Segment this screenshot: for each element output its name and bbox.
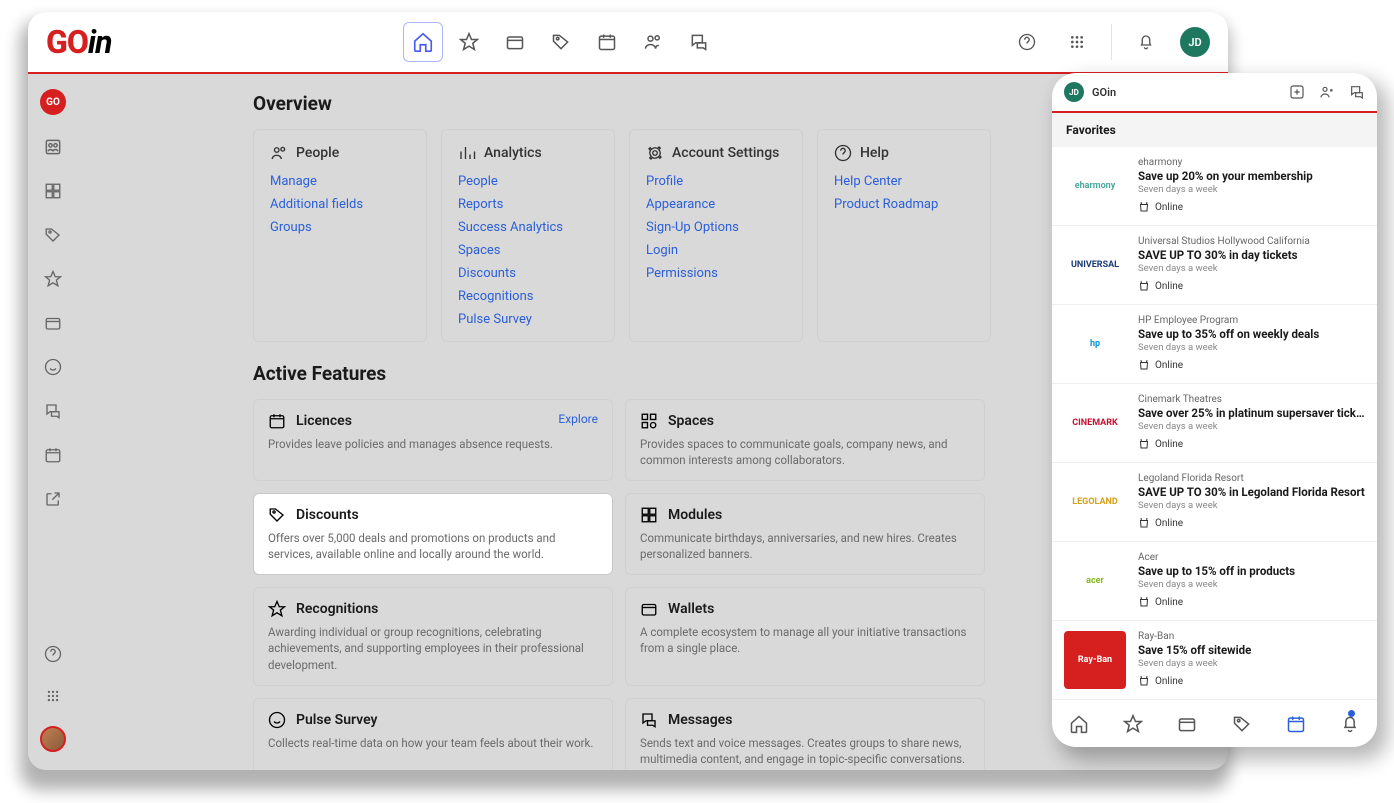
app-logo: GOin bbox=[46, 23, 112, 61]
link-appearance[interactable]: Appearance bbox=[646, 197, 786, 212]
link-profile[interactable]: Profile bbox=[646, 174, 786, 189]
mnav-calendar[interactable] bbox=[1286, 714, 1306, 734]
rail-tag-icon[interactable] bbox=[41, 223, 65, 247]
link-manage[interactable]: Manage bbox=[270, 174, 410, 189]
brand-logo: eharmony bbox=[1064, 157, 1126, 215]
brand-logo: hp bbox=[1064, 315, 1126, 373]
mobile-section-title: Favorites bbox=[1052, 113, 1377, 147]
mobile-topbar: JD GOin bbox=[1052, 73, 1377, 113]
overview-card-people: PeopleManageAdditional fieldsGroups bbox=[253, 129, 427, 342]
rail-apps-icon[interactable] bbox=[41, 684, 65, 708]
nav-star[interactable] bbox=[449, 22, 489, 62]
rail-help-icon[interactable] bbox=[41, 642, 65, 666]
apps-icon[interactable] bbox=[1061, 26, 1093, 58]
rail-wallet-icon[interactable] bbox=[41, 311, 65, 335]
top-bar: GOin JD bbox=[28, 12, 1228, 74]
favorite-item[interactable]: acerAcerSave up to 15% off in productsSe… bbox=[1052, 542, 1377, 621]
nav-calendar[interactable] bbox=[587, 22, 627, 62]
brand-logo: Ray-Ban bbox=[1064, 631, 1126, 689]
link-pulse-survey[interactable]: Pulse Survey bbox=[458, 312, 598, 327]
favorite-item[interactable]: eharmonyeharmonySave up 20% on your memb… bbox=[1052, 147, 1377, 226]
overview-card-account-settings: Account SettingsProfileAppearanceSign-Up… bbox=[629, 129, 803, 342]
rail-grid-icon[interactable] bbox=[41, 179, 65, 203]
mnav-star[interactable] bbox=[1123, 714, 1143, 734]
feature-card-modules[interactable]: ModulesCommunicate birthdays, anniversar… bbox=[625, 493, 985, 575]
mobile-app-name: GOin bbox=[1092, 86, 1281, 99]
link-help-center[interactable]: Help Center bbox=[834, 174, 974, 189]
mobile-messages-icon[interactable] bbox=[1349, 84, 1365, 100]
rail-chat-icon[interactable] bbox=[41, 399, 65, 423]
link-groups[interactable]: Groups bbox=[270, 220, 410, 235]
feature-card-wallets[interactable]: WalletsA complete ecosystem to manage al… bbox=[625, 587, 985, 685]
rail-logo[interactable]: GO bbox=[40, 89, 66, 115]
nav-tag[interactable] bbox=[541, 22, 581, 62]
overview-card-help: HelpHelp CenterProduct Roadmap bbox=[817, 129, 991, 342]
brand-logo: UNIVERSAL bbox=[1064, 236, 1126, 294]
mobile-window: JD GOin Favorites eharmonyeharmonySave u… bbox=[1052, 73, 1377, 747]
brand-logo: acer bbox=[1064, 552, 1126, 610]
mnav-tag[interactable] bbox=[1232, 714, 1252, 734]
brand-logo: CINEMARK bbox=[1064, 394, 1126, 452]
mnav-wallet[interactable] bbox=[1177, 714, 1197, 734]
feature-card-licences[interactable]: ExploreLicencesProvides leave policies a… bbox=[253, 399, 613, 481]
rail-smile-icon[interactable] bbox=[41, 355, 65, 379]
favorite-item[interactable]: hpHP Employee ProgramSave up to 35% off … bbox=[1052, 305, 1377, 384]
favorite-item[interactable]: CINEMARKCinemark TheatresSave over 25% i… bbox=[1052, 384, 1377, 463]
mnav-home[interactable] bbox=[1069, 714, 1089, 734]
rail-people-icon[interactable] bbox=[41, 135, 65, 159]
link-reports[interactable]: Reports bbox=[458, 197, 598, 212]
favorite-item[interactable]: LEGOLANDLegoland Florida ResortSAVE UP T… bbox=[1052, 463, 1377, 542]
top-nav bbox=[403, 22, 719, 62]
feature-card-spaces[interactable]: SpacesProvides spaces to communicate goa… bbox=[625, 399, 985, 481]
rail-star-icon[interactable] bbox=[41, 267, 65, 291]
left-rail: GO bbox=[28, 74, 78, 770]
feature-card-pulse-survey[interactable]: Pulse SurveyCollects real-time data on h… bbox=[253, 698, 613, 770]
mobile-add-icon[interactable] bbox=[1289, 84, 1305, 100]
nav-people[interactable] bbox=[633, 22, 673, 62]
bell-icon[interactable] bbox=[1130, 26, 1162, 58]
feature-card-discounts[interactable]: DiscountsOffers over 5,000 deals and pro… bbox=[253, 493, 613, 575]
link-discounts[interactable]: Discounts bbox=[458, 266, 598, 281]
feature-card-recognitions[interactable]: RecognitionsAwarding individual or group… bbox=[253, 587, 613, 685]
link-product-roadmap[interactable]: Product Roadmap bbox=[834, 197, 974, 212]
mobile-people-icon[interactable] bbox=[1319, 84, 1335, 100]
favorite-item[interactable]: UNIVERSALUniversal Studios Hollywood Cal… bbox=[1052, 226, 1377, 305]
nav-messages[interactable] bbox=[679, 22, 719, 62]
explore-link[interactable]: Explore bbox=[558, 412, 598, 426]
help-icon[interactable] bbox=[1011, 26, 1043, 58]
link-sign-up-options[interactable]: Sign-Up Options bbox=[646, 220, 786, 235]
link-people[interactable]: People bbox=[458, 174, 598, 189]
overview-card-analytics: AnalyticsPeopleReportsSuccess AnalyticsS… bbox=[441, 129, 615, 342]
desktop-window: GOin JD GO bbox=[28, 12, 1228, 770]
link-success-analytics[interactable]: Success Analytics bbox=[458, 220, 598, 235]
nav-wallet[interactable] bbox=[495, 22, 535, 62]
mobile-avatar[interactable]: JD bbox=[1064, 82, 1084, 102]
brand-logo: LEGOLAND bbox=[1064, 473, 1126, 531]
link-login[interactable]: Login bbox=[646, 243, 786, 258]
link-recognitions[interactable]: Recognitions bbox=[458, 289, 598, 304]
rail-calendar-icon[interactable] bbox=[41, 443, 65, 467]
link-permissions[interactable]: Permissions bbox=[646, 266, 786, 281]
user-avatar[interactable]: JD bbox=[1180, 27, 1210, 57]
favorite-item[interactable]: Ray-BanRay-BanSave 15% off sitewideSeven… bbox=[1052, 621, 1377, 699]
rail-external-icon[interactable] bbox=[41, 487, 65, 511]
top-right: JD bbox=[1011, 24, 1210, 60]
feature-card-messages[interactable]: MessagesSends text and voice messages. C… bbox=[625, 698, 985, 770]
nav-home[interactable] bbox=[403, 22, 443, 62]
link-additional-fields[interactable]: Additional fields bbox=[270, 197, 410, 212]
link-spaces[interactable]: Spaces bbox=[458, 243, 598, 258]
mobile-bottom-nav bbox=[1052, 699, 1377, 747]
rail-user-avatar[interactable] bbox=[40, 726, 66, 752]
mobile-list: eharmonyeharmonySave up 20% on your memb… bbox=[1052, 147, 1377, 699]
